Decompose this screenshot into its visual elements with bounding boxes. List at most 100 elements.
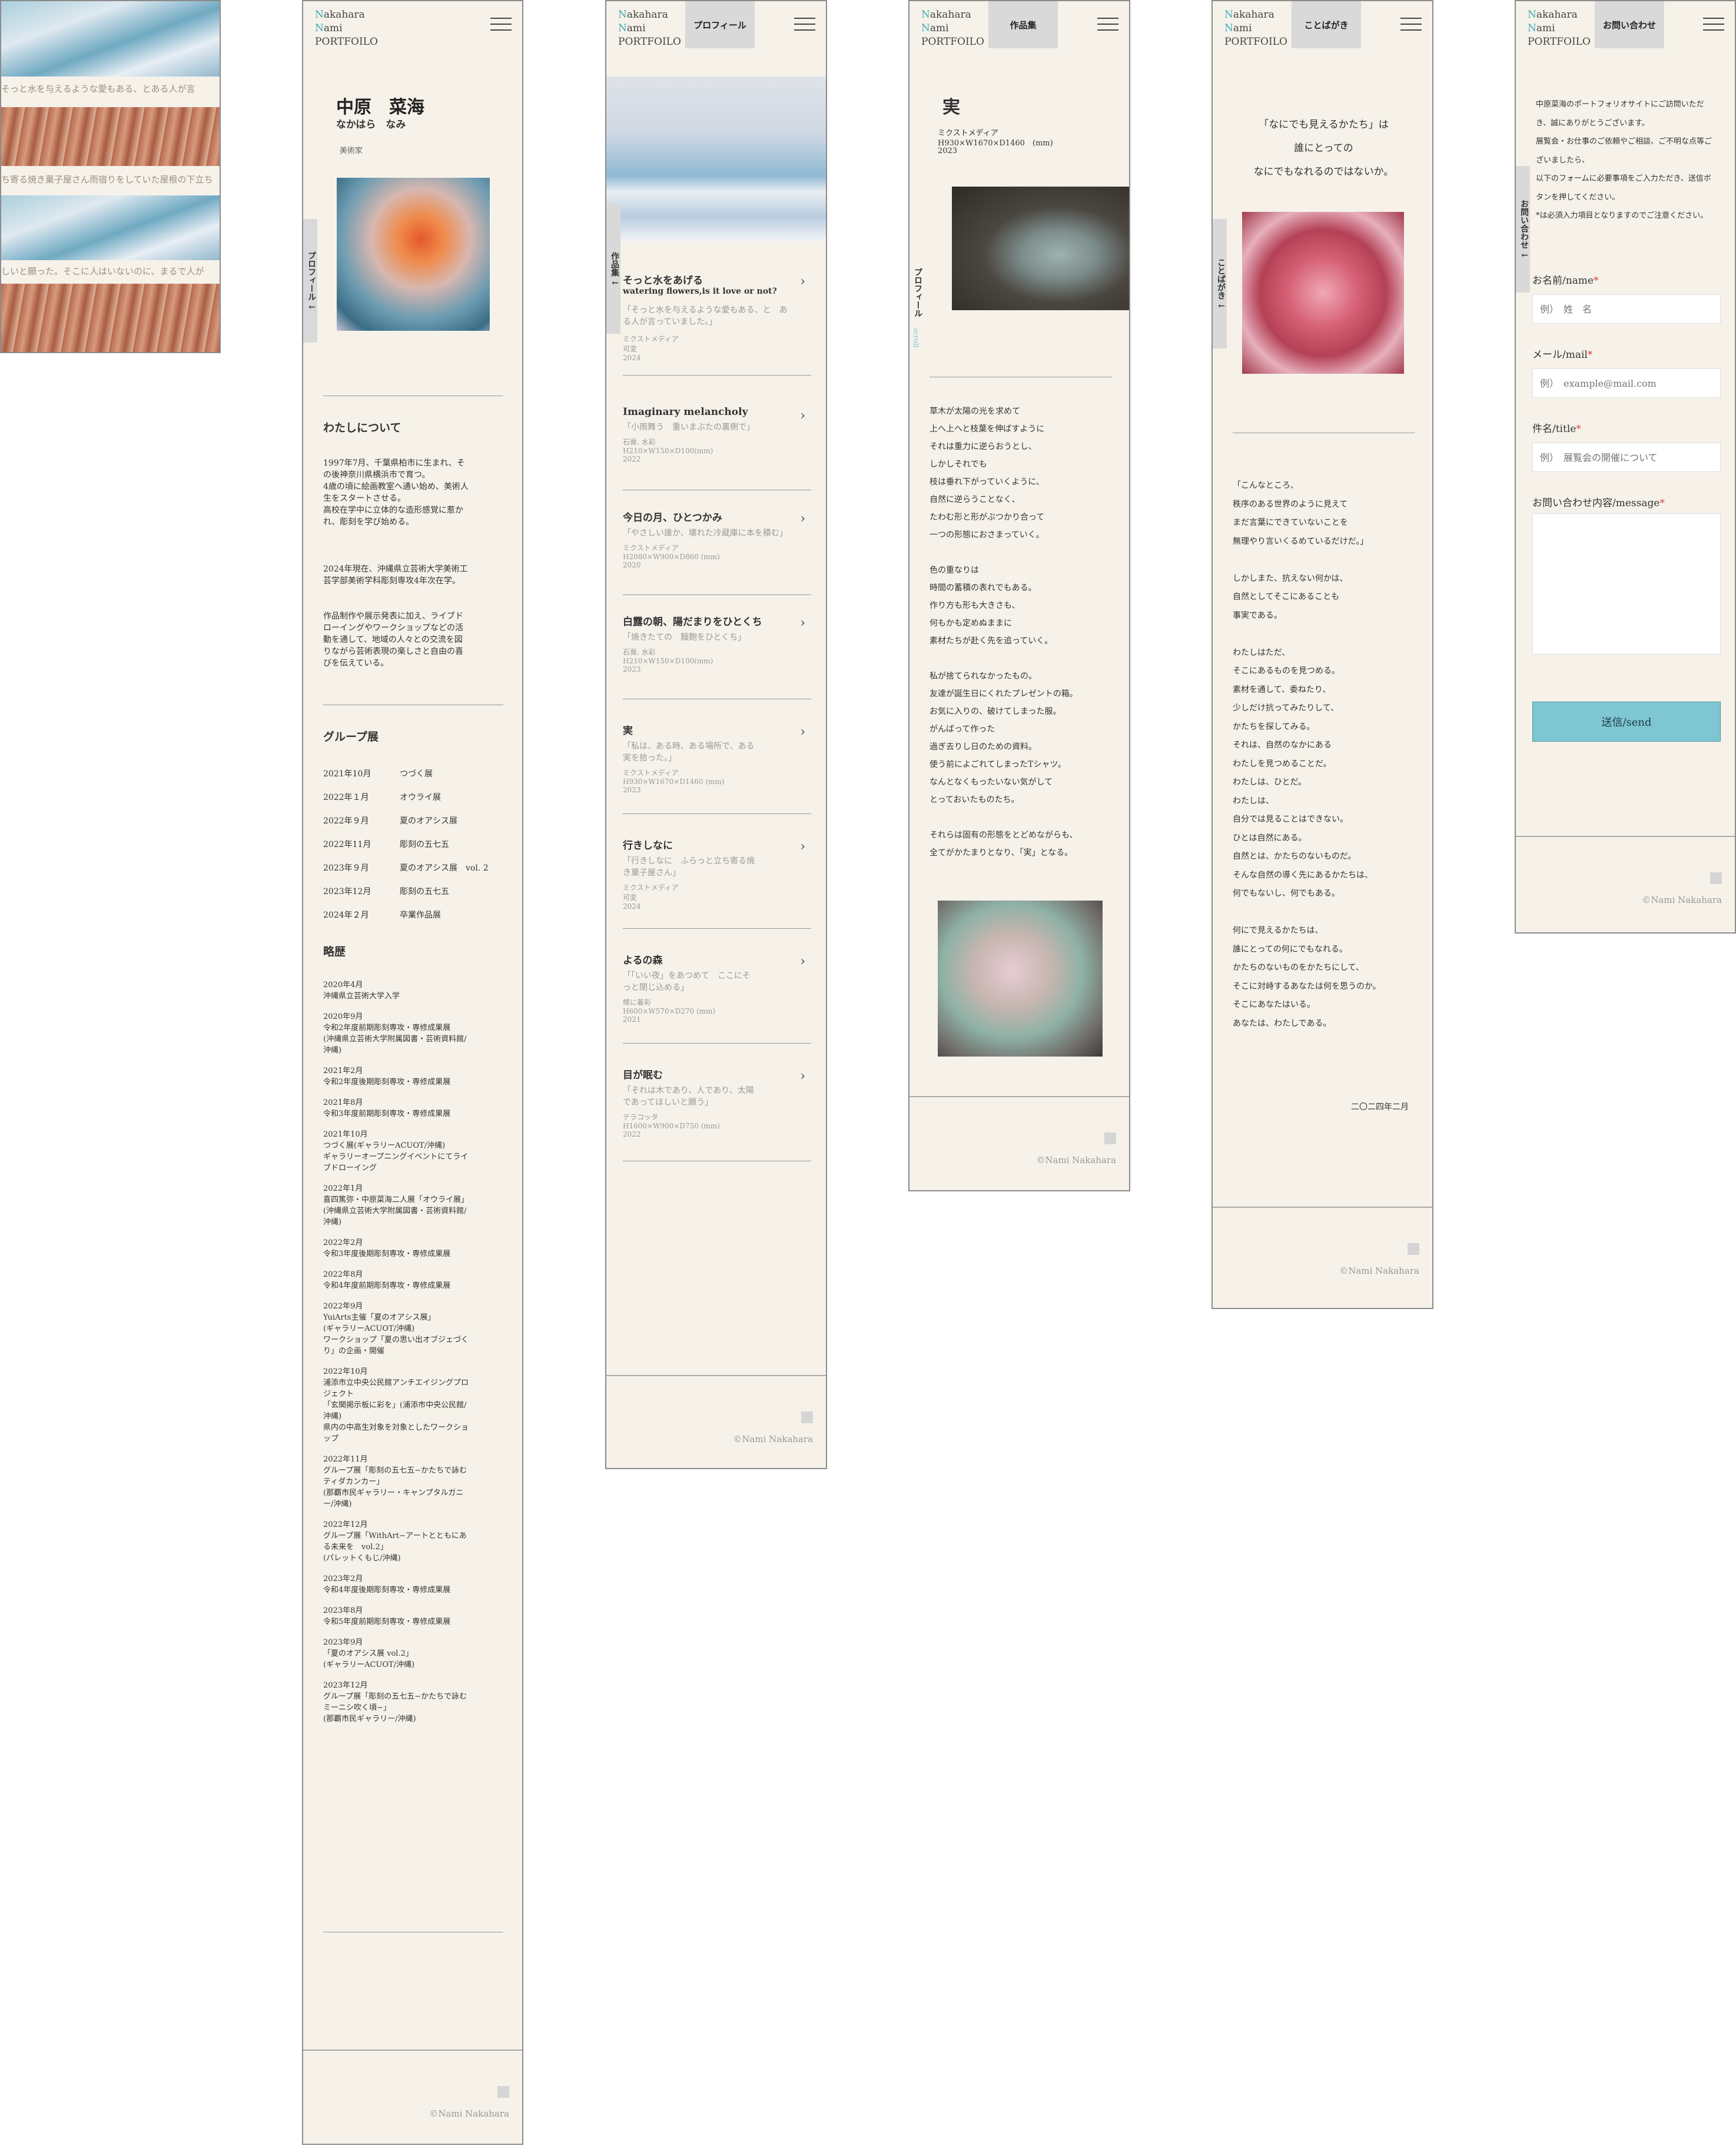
chevron-right-icon: › bbox=[800, 616, 805, 630]
work-title: Imaginary melancholy bbox=[623, 406, 748, 418]
chevron-right-icon: › bbox=[800, 274, 805, 289]
menu-icon[interactable] bbox=[794, 18, 815, 33]
name-label: お名前/name* bbox=[1532, 275, 1599, 287]
work-item[interactable]: 目が眠む 「それは木であり、人であり、太陽であってほしいと願う」 テラコッタ H… bbox=[623, 1067, 811, 1161]
site-logo[interactable]: Nakahara Nami PORTFOILO bbox=[315, 8, 378, 49]
required-mark: * bbox=[1576, 423, 1581, 435]
work-title: 今日の月、ひとつかみ bbox=[623, 512, 722, 524]
work-quote: 「小雨舞う 重いまぶたの裏側で」 bbox=[623, 423, 755, 432]
hero-image-3 bbox=[1, 195, 220, 260]
side-tab-works[interactable]: 作品集 ↓ bbox=[606, 204, 620, 334]
work-detail-panel: Nakahara Nami PORTFOILO 作品集 実 ミクストメディア H… bbox=[908, 0, 1130, 1191]
side-tab-profile[interactable]: プロフィール ↓ bbox=[303, 219, 317, 343]
group-show-row: 2023年12月 彫刻の五七五 bbox=[323, 887, 449, 896]
work-title: 行きしなに bbox=[623, 840, 673, 852]
statement-panel: Nakahara Nami PORTFOILO ことばがき 「なにでも見えるかた… bbox=[1211, 0, 1433, 1309]
work-size: H210×W150×D100(mm) bbox=[623, 657, 713, 665]
tab-contact[interactable]: お問い合わせ bbox=[1595, 1, 1664, 48]
side-tab-contact[interactable]: お問い合わせ ↓ bbox=[1516, 166, 1530, 293]
tab-profile[interactable]: プロフィール bbox=[685, 1, 755, 48]
chevron-right-icon: › bbox=[800, 1069, 805, 1084]
tab-works[interactable]: 作品集 bbox=[988, 1, 1058, 48]
work-item[interactable]: 今日の月、ひとつかみ 「やさしい誰か、壊れた冷蔵庫に本を積む」 ミクストメディア… bbox=[623, 509, 811, 595]
chevron-right-icon: › bbox=[800, 839, 805, 854]
menu-icon[interactable] bbox=[1097, 18, 1118, 33]
subject-field[interactable] bbox=[1532, 443, 1721, 472]
work-material: テラコッタ bbox=[623, 1113, 659, 1121]
profile-artwork bbox=[337, 178, 490, 331]
group-heading: グループ展 bbox=[323, 730, 379, 743]
about-paragraph: 2024年現在、沖縄県立芸術大学美術工芸学部美術学科彫刻専攻4年次在学。 bbox=[323, 564, 468, 586]
work-item[interactable]: 白露の朝、陽だまりをひとくち 「焼きたての 麺麭をひとくち」 石膏, 水彩 H2… bbox=[623, 613, 811, 699]
work-item[interactable]: 実 「私は、ある時、ある場所で、ある実を拾った。」 ミクストメディア H930×… bbox=[623, 722, 811, 814]
chevron-right-icon: › bbox=[800, 511, 805, 526]
side-tab-profile[interactable]: プロフィール bbox=[910, 248, 924, 337]
work-material: ミクストメディア bbox=[623, 769, 679, 777]
site-logo[interactable]: Nakahara Nami PORTFOILO bbox=[1224, 8, 1287, 49]
work-year: 2022 bbox=[623, 1130, 641, 1138]
detail-photo-2 bbox=[938, 901, 1103, 1057]
work-item[interactable]: Imaginary melancholy 「小雨舞う 重いまぶたの裏側で」 石膏… bbox=[623, 406, 811, 490]
subject-label: 件名/title* bbox=[1532, 423, 1581, 435]
footer-square-icon bbox=[1710, 872, 1722, 884]
copyright: ©Nami Nakahara bbox=[1642, 895, 1722, 905]
required-mark: * bbox=[1587, 349, 1593, 361]
work-item[interactable]: よるの森 「「いい夜」をあつめて ここにそっと閉じ込める」 樟に着彩 H600×… bbox=[623, 952, 811, 1044]
message-field[interactable] bbox=[1532, 513, 1721, 655]
work-title: よるの森 bbox=[623, 955, 663, 966]
history-item: 2023年8月 令和5年度前期彫刻専攻・専修成果展 bbox=[323, 1606, 451, 1626]
work-year: 2023 bbox=[623, 665, 641, 673]
footer: ©Nami Nakahara bbox=[303, 2050, 522, 2144]
work-material: 樟に着彩 bbox=[623, 998, 652, 1007]
group-show-row: 2022年９月 夏のオアシス展 bbox=[323, 816, 457, 826]
copyright: ©Nami Nakahara bbox=[733, 1434, 813, 1444]
history-list: 2020年4月 沖縄県立芸術大学入学 2020年9月 令和2年度前期彫刻専攻・専… bbox=[323, 979, 470, 1734]
hero-image-1 bbox=[1, 1, 220, 77]
work-item[interactable]: そっと水をあげる watering flowers,is it love or … bbox=[623, 272, 811, 376]
tab-statement[interactable]: ことばがき bbox=[1292, 1, 1361, 48]
work-item[interactable]: 行きしなに 「行きしなに ふらっと立ち寄る焼き菓子屋さん」 ミクストメディア 可… bbox=[623, 837, 811, 929]
site-logo[interactable]: Nakahara Nami PORTFOILO bbox=[1528, 8, 1591, 49]
chevron-right-icon: › bbox=[800, 725, 805, 739]
works-panel: Nakahara Nami PORTFOILO プロフィール 作品集 ↓ そっと… bbox=[605, 0, 827, 1469]
email-field[interactable] bbox=[1532, 368, 1721, 398]
detail-photo-1 bbox=[952, 187, 1129, 310]
slideshow-panel: そっと水を与えるような愛もある、とある人が言 ち寄る焼き菓子屋さん雨宿りをしてい… bbox=[0, 0, 221, 353]
message-label: お問い合わせ内容/message* bbox=[1532, 497, 1665, 509]
footer-square-icon bbox=[801, 1411, 813, 1423]
profile-role: 美術家 bbox=[340, 147, 363, 155]
statement-date: 二〇二四年二月 bbox=[1351, 1102, 1409, 1112]
work-material: ミクストメディア bbox=[623, 883, 679, 892]
group-show-row: 2023年９月 夏のオアシス展 vol. 2 bbox=[323, 863, 489, 873]
work-size: H210×W150×D100(mm) bbox=[623, 447, 713, 455]
slide-caption: そっと水を与えるような愛もある、とある人が言 bbox=[1, 84, 195, 94]
detail-year: 2023 bbox=[938, 147, 958, 155]
history-item: 2023年9月 「夏のオアシス展 vol.2」 (ギャラリーACUOT/沖縄) bbox=[323, 1638, 415, 1669]
menu-icon[interactable] bbox=[490, 18, 512, 33]
menu-icon[interactable] bbox=[1703, 18, 1724, 33]
chevron-right-icon: › bbox=[800, 954, 805, 969]
site-logo[interactable]: Nakahara Nami PORTFOILO bbox=[921, 8, 984, 49]
history-item: 2020年9月 令和2年度前期彫刻専攻・専修成果展 (沖縄県立芸術大学附属図書・… bbox=[323, 1012, 467, 1055]
work-material: ミクストメディア bbox=[623, 544, 679, 552]
group-show-row: 2021年10月 つづく展 bbox=[323, 769, 433, 779]
group-show-row: 2022年11月 彫刻の五七五 bbox=[323, 840, 449, 849]
work-quote: 「そっと水を与えるような愛もある、と ある人が言っていました。」 bbox=[623, 305, 788, 327]
work-size: H1600×W900×D750 (mm) bbox=[623, 1122, 720, 1130]
required-mark: * bbox=[1659, 497, 1665, 509]
side-tab-statement[interactable]: ことばがき ↓ bbox=[1213, 219, 1227, 348]
scroll-indicator: scroll bbox=[912, 328, 920, 348]
site-logo[interactable]: Nakahara Nami PORTFOILO bbox=[618, 8, 681, 49]
footer: ©Nami Nakahara bbox=[606, 1375, 826, 1468]
work-year: 2021 bbox=[623, 1015, 641, 1024]
history-item: 2023年12月 グループ展「彫刻の五七五−かたちで詠むミーニシ吹く頃−」 (那… bbox=[323, 1681, 467, 1723]
send-button[interactable]: 送信/send bbox=[1532, 702, 1721, 742]
menu-icon[interactable] bbox=[1400, 18, 1422, 33]
work-quote: 「それは木であり、人であり、太陽であってほしいと願う」 bbox=[623, 1086, 754, 1107]
history-heading: 略歴 bbox=[323, 945, 346, 958]
name-field[interactable] bbox=[1532, 294, 1721, 324]
work-quote: 「「いい夜」をあつめて ここにそっと閉じ込める」 bbox=[623, 971, 751, 992]
group-show-list: 2021年10月 つづく展 2022年１月 オウライ展 2022年９月 夏のオアシス展… bbox=[323, 768, 500, 932]
history-item: 2021年2月 令和2年度後期彫刻専攻・専修成果展 bbox=[323, 1067, 451, 1087]
work-size: H600×W570×D270 (mm) bbox=[623, 1007, 716, 1015]
